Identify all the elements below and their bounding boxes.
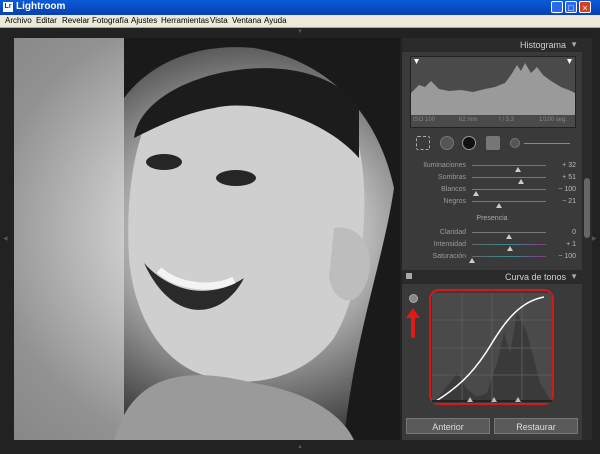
menu-fotografia[interactable]: Fotografía bbox=[92, 15, 128, 27]
slider-track[interactable] bbox=[472, 232, 546, 239]
menu-vista[interactable]: Vista bbox=[210, 15, 228, 27]
slider-track[interactable] bbox=[472, 189, 546, 196]
slider-value: + 51 bbox=[562, 174, 576, 181]
maximize-icon[interactable]: □ bbox=[565, 1, 577, 13]
slider-intensidad[interactable]: Intensidad + 1 bbox=[406, 239, 578, 251]
menu-editar[interactable]: Editar bbox=[36, 15, 57, 27]
photo-preview[interactable] bbox=[14, 38, 400, 440]
histogram-title: Histograma bbox=[519, 40, 566, 50]
menu-ventana[interactable]: Ventana bbox=[232, 15, 261, 27]
slider-saturacion[interactable]: Saturación − 100 bbox=[406, 251, 578, 263]
slider-value: 0 bbox=[572, 229, 576, 236]
shutter-speed-label: 1/100 seg. bbox=[539, 117, 568, 123]
slider-thumb[interactable] bbox=[469, 258, 475, 263]
spot-removal-icon[interactable] bbox=[440, 136, 454, 150]
presence-section-title: Presencia bbox=[476, 215, 508, 222]
panel-scrollbar[interactable] bbox=[582, 38, 592, 440]
right-panel: Histograma ▼ ISO 100 62 mm f / 5,3 1/100… bbox=[402, 38, 582, 440]
bottom-panel-toggle-icon[interactable]: ▲ bbox=[297, 444, 303, 450]
menu-ajustes[interactable]: Ajustes bbox=[131, 15, 157, 27]
tone-curve-graph[interactable] bbox=[432, 293, 552, 403]
slider-track[interactable] bbox=[472, 177, 546, 184]
slider-label: Sombras bbox=[437, 174, 466, 181]
close-icon[interactable]: × bbox=[579, 1, 591, 13]
slider-track[interactable] bbox=[472, 165, 546, 172]
tool-amount-slider[interactable] bbox=[524, 143, 570, 144]
menu-bar: Archivo Editar Revelar Fotografía Ajuste… bbox=[0, 15, 600, 28]
histogram-header[interactable]: Histograma ▼ bbox=[402, 38, 582, 52]
slider-value: − 100 bbox=[558, 186, 576, 193]
slider-value: + 32 bbox=[562, 162, 576, 169]
right-panel-toggle-icon[interactable]: ▶ bbox=[592, 235, 597, 242]
reset-button[interactable]: Restaurar bbox=[494, 418, 578, 434]
graduated-filter-icon[interactable] bbox=[486, 136, 500, 150]
histogram-display: ISO 100 62 mm f / 5,3 1/100 seg. bbox=[410, 56, 576, 128]
top-panel-toggle-icon[interactable]: ▼ bbox=[297, 29, 303, 35]
slider-blancos[interactable]: Blancos − 100 bbox=[406, 184, 578, 196]
red-arrow-icon bbox=[406, 308, 420, 338]
panel-toggle-icon[interactable] bbox=[406, 273, 412, 279]
slider-value: − 21 bbox=[562, 198, 576, 205]
menu-archivo[interactable]: Archivo bbox=[5, 15, 32, 27]
tool-strip bbox=[410, 134, 574, 152]
slider-sombras[interactable]: Sombras + 51 bbox=[406, 172, 578, 184]
iso-label: ISO 100 bbox=[413, 117, 436, 123]
slider-label: Negros bbox=[443, 198, 466, 205]
tone-curve-header[interactable]: Curva de tonos ▼ bbox=[402, 270, 582, 284]
collapse-triangle-icon[interactable]: ▼ bbox=[570, 270, 578, 284]
aperture-label: f / 5,3 bbox=[499, 117, 515, 123]
slider-value: − 100 bbox=[558, 253, 576, 260]
slider-value: + 1 bbox=[566, 241, 576, 248]
menu-revelar[interactable]: Revelar bbox=[62, 15, 90, 27]
slider-label: Blancos bbox=[441, 186, 466, 193]
slider-label: Intensidad bbox=[433, 241, 466, 248]
slider-track[interactable] bbox=[472, 201, 546, 208]
slider-track[interactable] bbox=[469, 256, 546, 263]
girl-portrait-image bbox=[14, 38, 400, 440]
left-panel-toggle-icon[interactable]: ◀ bbox=[3, 235, 8, 242]
slider-claridad[interactable]: Claridad 0 bbox=[406, 227, 578, 239]
slider-negros[interactable]: Negros − 21 bbox=[406, 196, 578, 208]
collapse-triangle-icon[interactable]: ▼ bbox=[570, 38, 578, 52]
menu-herramientas[interactable]: Herramientas bbox=[161, 15, 209, 27]
slider-iluminaciones[interactable]: Iluminaciones + 32 bbox=[406, 160, 578, 172]
targeted-adjustment-icon[interactable] bbox=[409, 294, 418, 303]
minimize-icon[interactable]: _ bbox=[551, 1, 563, 13]
lightroom-app-icon: Lr bbox=[3, 2, 13, 12]
crop-tool-icon[interactable] bbox=[416, 136, 430, 150]
red-eye-icon[interactable] bbox=[462, 136, 476, 150]
menu-ayuda[interactable]: Ayuda bbox=[264, 15, 287, 27]
window-title: Lightroom bbox=[16, 1, 66, 12]
adjustment-brush-icon[interactable] bbox=[510, 138, 520, 148]
scrollbar-thumb[interactable] bbox=[584, 178, 590, 238]
tone-curve-title: Curva de tonos bbox=[504, 272, 566, 282]
slider-label: Claridad bbox=[439, 229, 466, 236]
slider-label: Iluminaciones bbox=[423, 162, 466, 169]
exif-info: ISO 100 62 mm f / 5,3 1/100 seg. bbox=[411, 115, 575, 127]
title-bar: Lr Lightroom _ □ × bbox=[0, 0, 600, 15]
focal-length-label: 62 mm bbox=[459, 117, 478, 123]
histogram-graph bbox=[411, 59, 575, 115]
slider-label: Saturación bbox=[432, 253, 466, 260]
slider-track[interactable] bbox=[472, 244, 546, 251]
slider-thumb[interactable] bbox=[495, 203, 502, 208]
previous-button[interactable]: Anterior bbox=[406, 418, 490, 434]
